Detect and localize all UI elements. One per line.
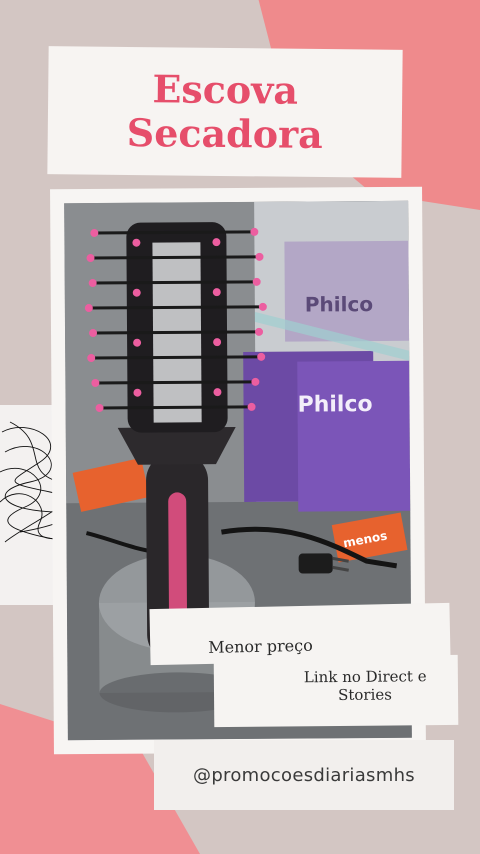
philco-box-label: Philco <box>297 392 372 418</box>
title-line-1: Escova <box>152 66 299 113</box>
instagram-handle[interactable]: @promocoesdiariasmhs <box>193 765 415 786</box>
price-note-text: Menor preço <box>208 635 313 657</box>
title-card: Escova Secadora <box>47 46 403 178</box>
link-note-line-2: Stories <box>337 685 393 704</box>
link-note-line-1: Link no Direct e <box>303 667 427 687</box>
philco-box-label-2: Philco <box>305 292 373 316</box>
handle-card: @promocoesdiariasmhs <box>154 740 454 810</box>
link-note: Link no Direct e Stories <box>213 654 459 728</box>
title-line-2: Secadora <box>126 109 323 158</box>
